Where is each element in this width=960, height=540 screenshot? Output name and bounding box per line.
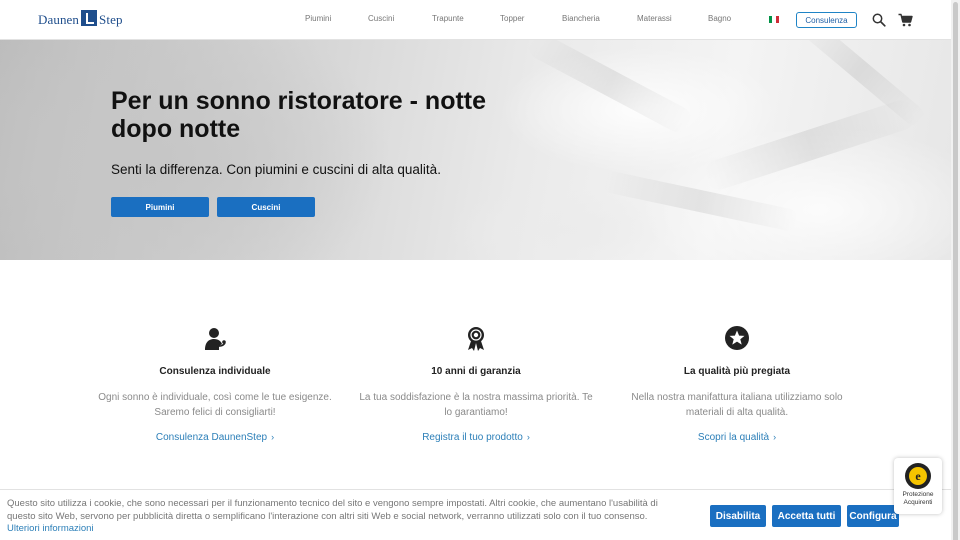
feature-title: Consulenza individuale [159,366,271,377]
trust-badge[interactable]: e Protezione Acquirenti [894,458,942,514]
trusted-shops-seal-icon: e [905,463,931,489]
italy-flag-icon[interactable] [769,16,779,23]
flag-stripe-red [775,16,779,23]
chevron-right-icon: › [773,432,777,442]
scrollbar-thumb[interactable] [953,2,958,540]
nav-item-topper[interactable]: Topper [500,14,524,23]
trust-label-line1: Protezione [902,491,934,498]
feature-text: Ogni sonno è individuale, così come le t… [98,392,332,418]
feature-text: La tua soddisfazione è la nostra massima… [359,392,593,418]
feature-link-consultation[interactable]: Consulenza DaunenStep › [95,432,335,443]
award-ribbon-icon [468,327,484,351]
scrollbar[interactable] [951,0,960,540]
nav-item-trapunte[interactable]: Trapunte [432,14,464,23]
hero-bg-fold [599,169,801,233]
consultation-button[interactable]: Consulenza [796,12,857,28]
hero-title: Per un sonno ristoratore - notte dopo no… [111,87,487,143]
hero-bg-fold [700,96,920,194]
feature-title: La qualità più pregiata [683,366,791,377]
feature-text: Nella nostra manifattura italiana utiliz… [631,392,843,418]
star-circle-icon [725,326,749,350]
feature-link-quality[interactable]: Scopri la qualità › [617,432,857,443]
cookie-more-info-link[interactable]: Ulteriori informazioni [7,523,94,534]
chevron-right-icon: › [526,432,530,442]
feature-warranty: 10 anni di garanzia La tua soddisfazione… [356,325,596,443]
hero-subtitle: Senti la differenza. Con piumini e cusci… [111,162,441,177]
cookie-message: Questo sito utilizza i cookie, che sono … [7,498,658,522]
nav-item-piumini[interactable]: Piumini [305,14,331,23]
cookie-disable-button[interactable]: Disabilita [710,505,766,527]
trust-label-line2: Acquirenti [903,498,933,506]
cookie-text: Questo sito utilizza i cookie, che sono … [7,498,667,536]
chevron-right-icon: › [271,432,275,442]
consultant-icon [205,328,226,350]
seal-letter: e [909,467,927,485]
feature-link-label: Scopri la qualità [697,432,770,443]
hero-banner: Per un sonno ristoratore - notte dopo no… [0,40,951,260]
cart-icon[interactable] [898,13,913,27]
feature-link-label: Consulenza DaunenStep [155,432,268,443]
search-icon[interactable] [872,13,886,27]
hero-button-cuscini[interactable]: Cuscini [217,197,315,217]
cookie-accept-all-button[interactable]: Accetta tutti [772,505,841,527]
site-header: Daunen Step Piumini Cuscini Trapunte Top… [0,0,951,40]
feature-consultation: Consulenza individuale Ogni sonno è indi… [95,325,335,443]
nav-item-cuscini[interactable]: Cuscini [368,14,394,23]
nav-item-materassi[interactable]: Materassi [637,14,672,23]
hero-button-piumini[interactable]: Piumini [111,197,209,217]
nav-item-biancheria[interactable]: Biancheria [562,14,600,23]
cookie-configure-button[interactable]: Configura [847,505,899,527]
hero-bg-fold [524,40,696,137]
trust-badge-label: Protezione Acquirenti [894,491,942,506]
cookie-banner: Questo sito utilizza i cookie, che sono … [0,489,951,540]
feature-link-register[interactable]: Registra il tuo prodotto › [356,432,596,443]
feature-title: 10 anni di garanzia [431,366,521,377]
nav-item-bagno[interactable]: Bagno [708,14,731,23]
feature-quality: La qualità più pregiata Nella nostra man… [617,325,857,443]
feature-link-label: Registra il tuo prodotto [422,432,523,443]
